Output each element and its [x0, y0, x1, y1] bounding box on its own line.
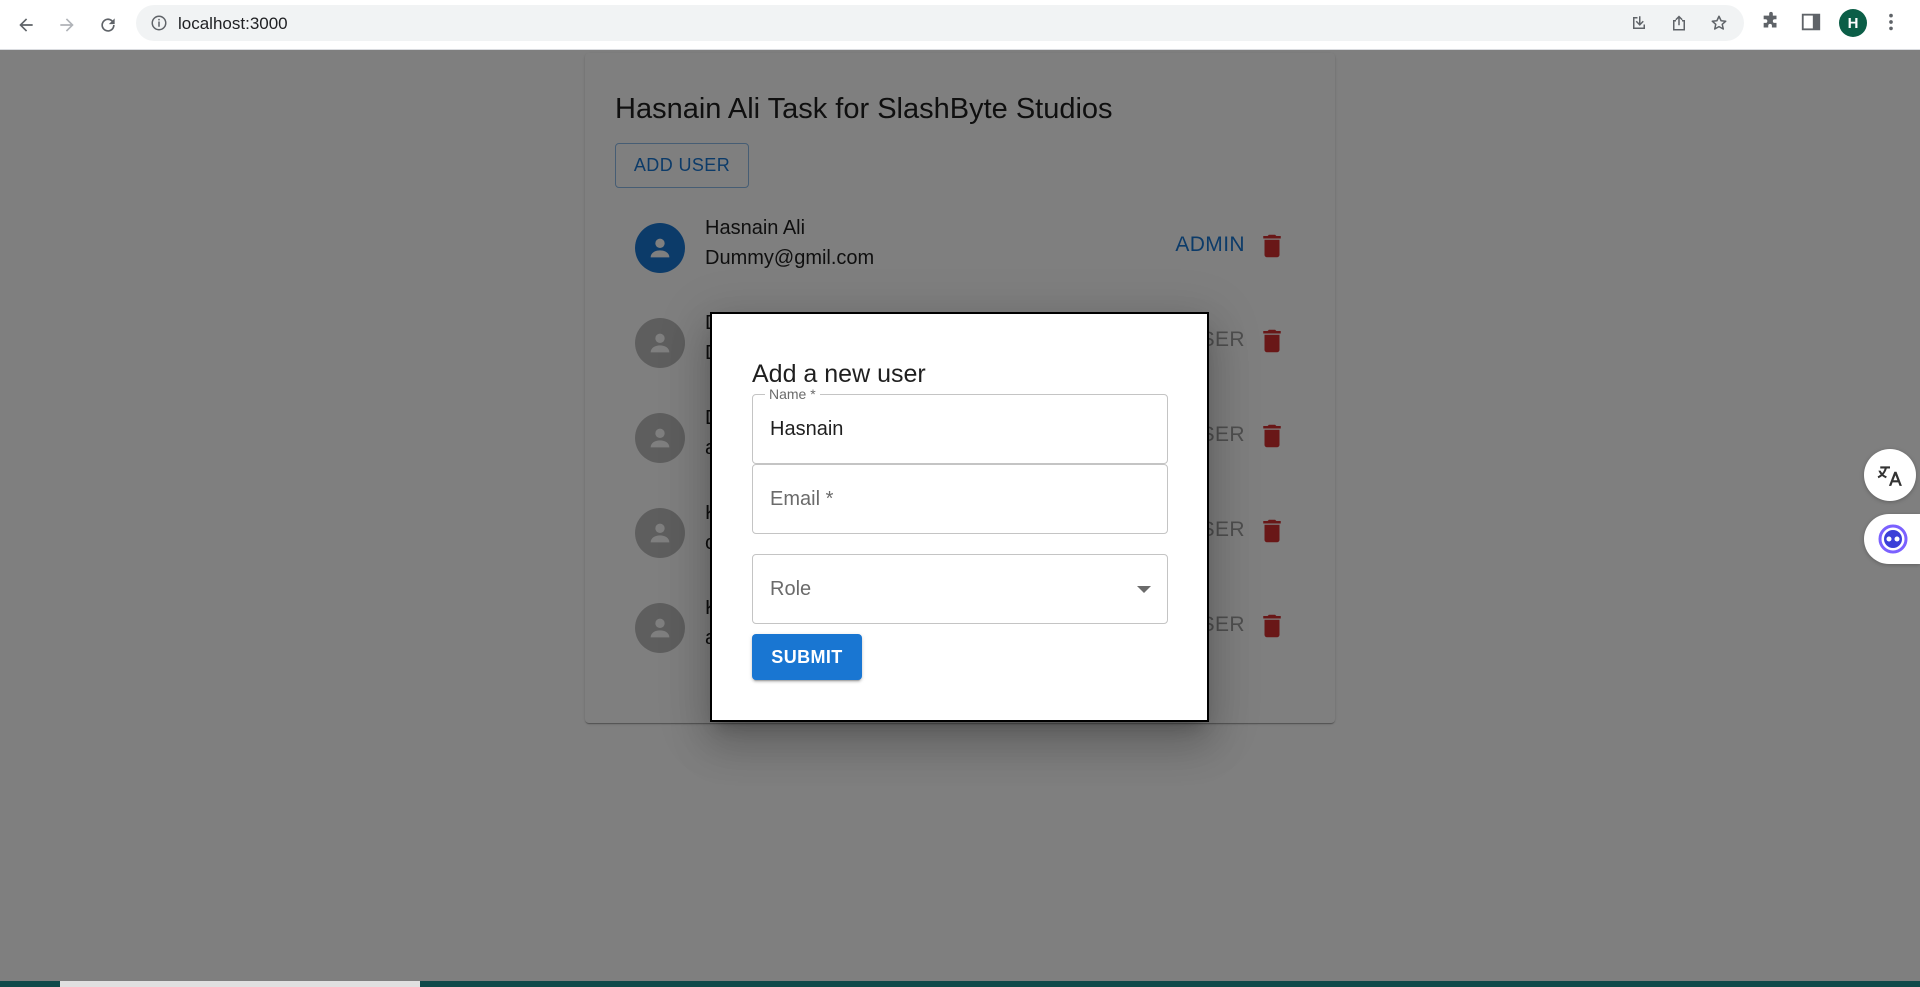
- side-panel-icon[interactable]: [1800, 11, 1822, 33]
- reload-button[interactable]: [92, 9, 124, 41]
- name-field-label: Name *: [765, 386, 820, 402]
- email-field-placeholder: Email *: [770, 488, 834, 510]
- install-icon[interactable]: [1630, 14, 1648, 32]
- add-user-dialog: Add a new user Name * Hasnain Email * Ro…: [710, 312, 1209, 722]
- assistant-icon: [1878, 524, 1908, 554]
- translate-icon: [1877, 466, 1902, 486]
- arrow-left-icon: [19, 18, 33, 32]
- info-icon[interactable]: [150, 14, 168, 32]
- back-button[interactable]: [10, 9, 42, 41]
- profile-avatar[interactable]: H: [1839, 9, 1867, 37]
- url-text: localhost:3000: [178, 14, 288, 33]
- submit-button[interactable]: SUBMIT: [752, 634, 862, 680]
- role-select[interactable]: Role: [752, 554, 1168, 624]
- email-field[interactable]: Email *: [752, 464, 1168, 534]
- chevron-down-icon: [1137, 586, 1151, 593]
- translate-button[interactable]: [1864, 449, 1916, 501]
- role-select-placeholder: Role: [770, 578, 812, 600]
- taskbar-strip: [0, 981, 1920, 987]
- taskbar-segment: [60, 981, 420, 987]
- more-menu-icon[interactable]: [1880, 11, 1902, 33]
- browser-toolbar: localhost:3000 H: [0, 0, 1920, 50]
- bookmark-star-icon[interactable]: [1710, 14, 1728, 32]
- dialog-title: Add a new user: [752, 360, 926, 388]
- name-field[interactable]: Name * Hasnain: [752, 386, 1168, 464]
- arrow-right-icon: [60, 18, 74, 32]
- assistant-extension-button[interactable]: [1864, 514, 1920, 564]
- address-bar[interactable]: localhost:3000: [136, 5, 1744, 41]
- reload-icon: [101, 18, 115, 32]
- forward-button[interactable]: [51, 9, 83, 41]
- share-icon[interactable]: [1670, 14, 1688, 32]
- extensions-icon[interactable]: [1760, 11, 1782, 33]
- name-field-value: Hasnain: [770, 418, 844, 440]
